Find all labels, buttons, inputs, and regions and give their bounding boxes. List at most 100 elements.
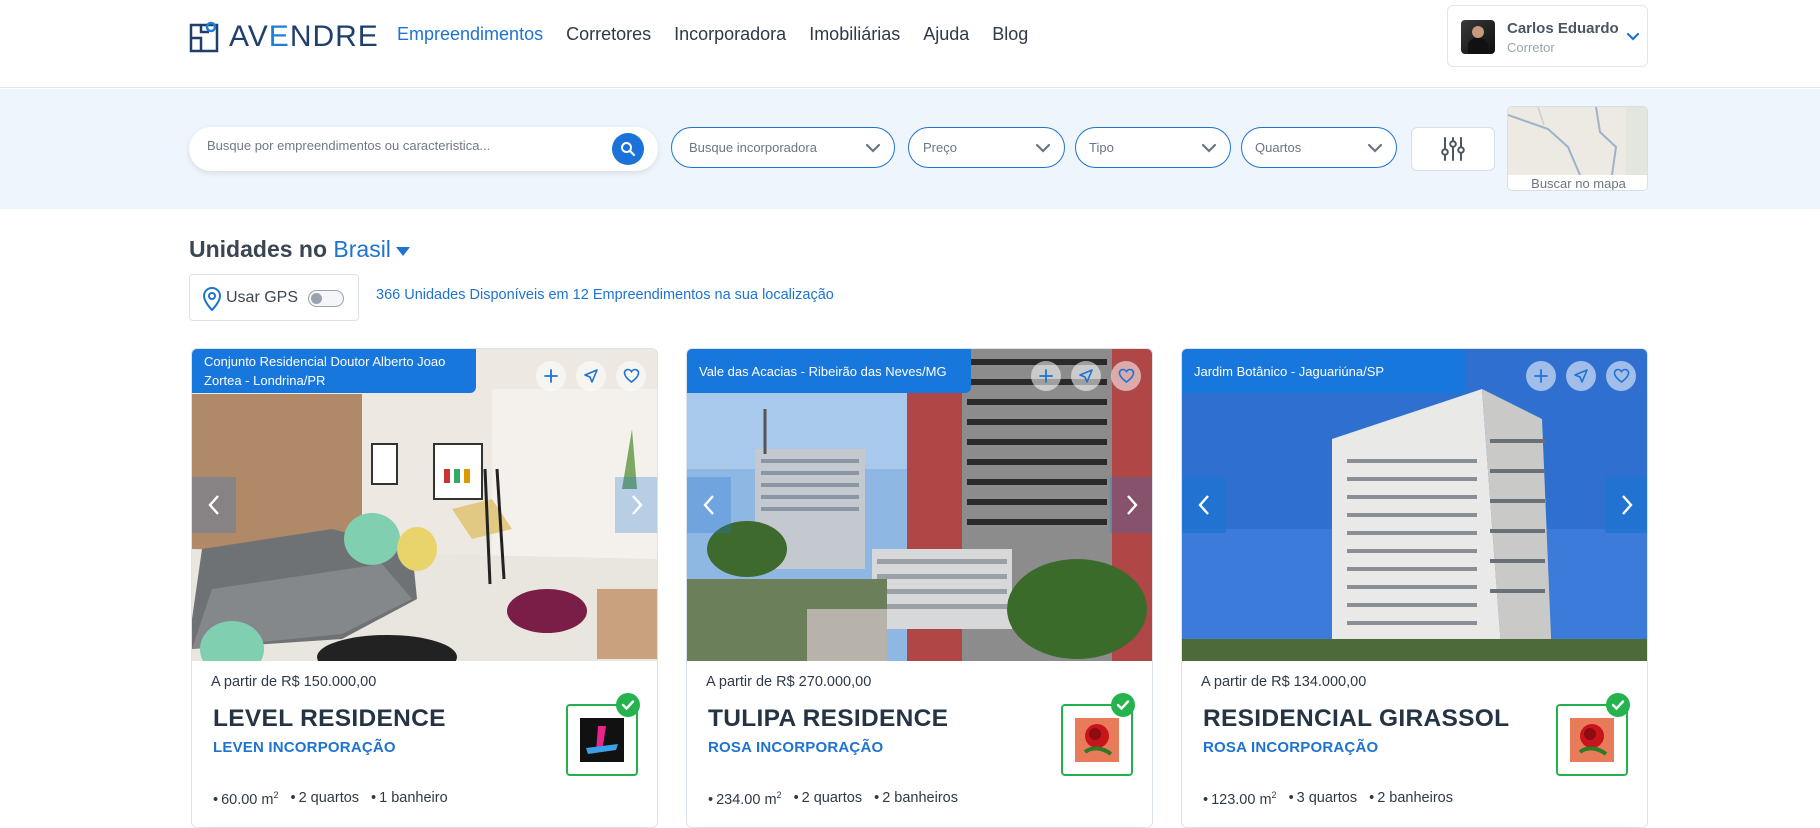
favorite-button[interactable] [1111, 361, 1141, 391]
feature-quartos: 2 quartos [794, 790, 862, 808]
next-image-button[interactable] [615, 477, 657, 533]
quartos-select-value: Quartos [1255, 140, 1302, 155]
user-menu[interactable]: Carlos Eduardo Corretor [1447, 5, 1648, 67]
chevron-right-icon [1622, 495, 1633, 515]
add-button[interactable] [1031, 361, 1061, 391]
prev-image-button[interactable] [192, 477, 236, 533]
search-button[interactable] [612, 133, 644, 165]
preco-select[interactable]: Preço [908, 127, 1065, 168]
property-card[interactable]: Conjunto Residencial Doutor Alberto Joao… [191, 348, 658, 828]
chevron-left-icon [1198, 495, 1209, 515]
chevron-left-icon [208, 495, 219, 515]
heart-icon [1118, 368, 1134, 383]
living-room-photo [192, 349, 657, 661]
tipo-select[interactable]: Tipo [1075, 127, 1231, 168]
builder-name[interactable]: ROSA INCORPORAÇÃO [708, 739, 883, 756]
check-icon [621, 700, 635, 711]
caret-down-icon[interactable] [395, 245, 411, 257]
gps-toggle[interactable] [308, 290, 344, 307]
share-button[interactable] [1566, 361, 1596, 391]
prev-image-button[interactable] [1182, 477, 1226, 533]
next-image-button[interactable] [1110, 477, 1152, 533]
gps-control: Usar GPS [189, 274, 359, 321]
nav-imobiliarias[interactable]: Imobiliárias [809, 24, 900, 45]
price-label: A partir de R$ 150.000,00 [211, 674, 377, 690]
chevron-left-icon [703, 495, 714, 515]
plus-icon [1039, 369, 1053, 383]
nav-incorporadora[interactable]: Incorporadora [674, 24, 786, 45]
rosa-logo-image [1570, 718, 1614, 762]
gps-label: Usar GPS [226, 289, 299, 306]
nav-corretores[interactable]: Corretores [566, 24, 651, 45]
feature-area: 60.00 m2 [213, 790, 278, 808]
property-image[interactable]: Jardim Botânico - Jaguariúna/SP [1182, 349, 1647, 661]
add-button[interactable] [1526, 361, 1556, 391]
plus-icon [544, 369, 558, 383]
check-icon [1116, 700, 1130, 711]
search-input[interactable] [207, 138, 607, 153]
add-button[interactable] [536, 361, 566, 391]
map-search-label: Buscar no mapa [1531, 176, 1626, 191]
property-image[interactable]: Conjunto Residencial Doutor Alberto Joao… [192, 349, 657, 661]
builder-name[interactable]: ROSA INCORPORAÇÃO [1203, 739, 1378, 756]
prev-image-button[interactable] [687, 477, 731, 533]
search-icon [621, 142, 636, 157]
property-card[interactable]: Vale das Acacias - Ribeirão das Neves/MG… [686, 348, 1153, 828]
preco-select-value: Preço [923, 140, 957, 155]
chevron-down-icon [1035, 143, 1051, 153]
units-available-text: 366 Unidades Disponíveis em 12 Empreendi… [376, 287, 834, 303]
favorite-button[interactable] [616, 361, 646, 391]
feature-banheiros: 2 banheiros [874, 790, 958, 808]
chevron-right-icon [632, 495, 643, 515]
logo-text: AVENDRE [229, 20, 379, 53]
price-label: A partir de R$ 134.000,00 [1201, 674, 1367, 690]
property-image[interactable]: Vale das Acacias - Ribeirão das Neves/MG [687, 349, 1152, 661]
nav-blog[interactable]: Blog [992, 24, 1028, 45]
next-image-button[interactable] [1605, 477, 1647, 533]
navigation-arrow-icon [1079, 369, 1093, 383]
location-tag: Jardim Botânico - Jaguariúna/SP [1182, 349, 1466, 393]
chevron-down-icon [865, 143, 881, 153]
nav-empreendimentos[interactable]: Empreendimentos [397, 24, 543, 45]
navigation-arrow-icon [1574, 369, 1588, 383]
chevron-down-icon [1201, 143, 1217, 153]
chevron-right-icon [1127, 495, 1138, 515]
tower-photo [1182, 349, 1647, 661]
builder-name[interactable]: LEVEN INCORPORAÇÃO [213, 739, 396, 756]
avatar [1461, 20, 1495, 54]
chevron-down-icon [1367, 143, 1383, 153]
share-button[interactable] [576, 361, 606, 391]
check-icon [1611, 700, 1625, 711]
plus-icon [1534, 369, 1548, 383]
location-tag: Vale das Acacias - Ribeirão das Neves/MG [687, 349, 971, 393]
property-title[interactable]: RESIDENCIAL GIRASSOL [1203, 705, 1509, 733]
map-search-button[interactable]: Buscar no mapa [1507, 106, 1648, 191]
avendre-logo[interactable]: AVENDRE [189, 20, 379, 54]
search-bar-area: Busque incorporadora Preço Tipo Quartos … [0, 89, 1820, 209]
main-nav: Empreendimentos Corretores Incorporadora… [397, 24, 1028, 45]
quartos-select[interactable]: Quartos [1241, 127, 1397, 168]
favorite-button[interactable] [1606, 361, 1636, 391]
feature-banheiros: 1 banheiro [371, 790, 448, 808]
property-features: 60.00 m2 2 quartos 1 banheiro [213, 790, 448, 808]
feature-quartos: 2 quartos [291, 790, 359, 808]
property-title[interactable]: TULIPA RESIDENCE [708, 705, 948, 733]
property-title[interactable]: LEVEL RESIDENCE [213, 705, 446, 733]
location-selector[interactable]: Brasil [333, 236, 391, 262]
share-button[interactable] [1071, 361, 1101, 391]
building-photo [687, 349, 1152, 661]
rosa-logo-image [1075, 718, 1119, 762]
advanced-filters-button[interactable] [1411, 127, 1495, 171]
tipo-select-value: Tipo [1089, 140, 1114, 155]
incorporadora-select-value: Busque incorporadora [689, 140, 817, 155]
property-features: 123.00 m2 3 quartos 2 banheiros [1203, 790, 1453, 808]
feature-banheiros: 2 banheiros [1369, 790, 1453, 808]
nav-ajuda[interactable]: Ajuda [923, 24, 969, 45]
property-card[interactable]: Jardim Botânico - Jaguariúna/SP A partir… [1181, 348, 1648, 828]
user-name: Carlos Eduardo [1507, 20, 1619, 37]
incorporadora-select[interactable]: Busque incorporadora [671, 127, 895, 168]
heart-icon [623, 368, 639, 383]
leven-logo-image [580, 718, 624, 762]
navigation-arrow-icon [584, 369, 598, 383]
location-pin-icon [202, 287, 222, 311]
